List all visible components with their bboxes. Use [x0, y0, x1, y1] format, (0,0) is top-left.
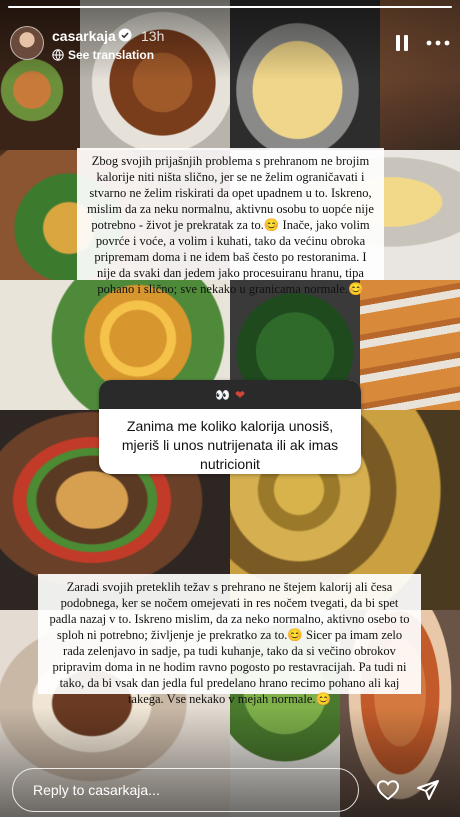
eyes-emoji-icon: 👀	[214, 387, 231, 402]
translate-icon	[52, 49, 64, 61]
heart-emoji-icon: ❤	[234, 387, 245, 402]
more-horizontal-icon[interactable]	[426, 34, 450, 52]
see-translation-link[interactable]: See translation	[52, 48, 154, 62]
story-progress-bar	[8, 6, 452, 8]
username[interactable]: casarkaja	[52, 28, 116, 44]
avatar[interactable]	[10, 26, 44, 60]
heart-icon[interactable]	[376, 778, 400, 802]
reply-input[interactable]: Reply to casarkaja...	[12, 768, 359, 812]
see-translation-label: See translation	[68, 48, 155, 62]
food-photo-fish-sticks	[360, 280, 460, 410]
caption-slovenian: Zaradi svojih preteklih težav s prehrano…	[38, 574, 421, 706]
question-sticker-header: 👀 ❤	[99, 380, 361, 409]
question-text: Zanima me koliko kalorija unosiš, mjeriš…	[121, 418, 339, 472]
story-header: casarkaja 13h See translation	[10, 14, 450, 62]
paper-plane-icon[interactable]	[416, 778, 440, 802]
post-time: 13h	[141, 28, 165, 44]
verified-badge-icon	[118, 28, 132, 42]
story-progress-fill	[8, 6, 452, 8]
question-sticker[interactable]: 👀 ❤ Zanima me koliko kalorija unosiš, mj…	[99, 380, 361, 474]
pause-icon[interactable]	[394, 34, 410, 52]
caption-croatian: Zbog svojih prijašnjih problema s prehra…	[77, 148, 384, 296]
reply-placeholder: Reply to casarkaja...	[33, 782, 160, 798]
